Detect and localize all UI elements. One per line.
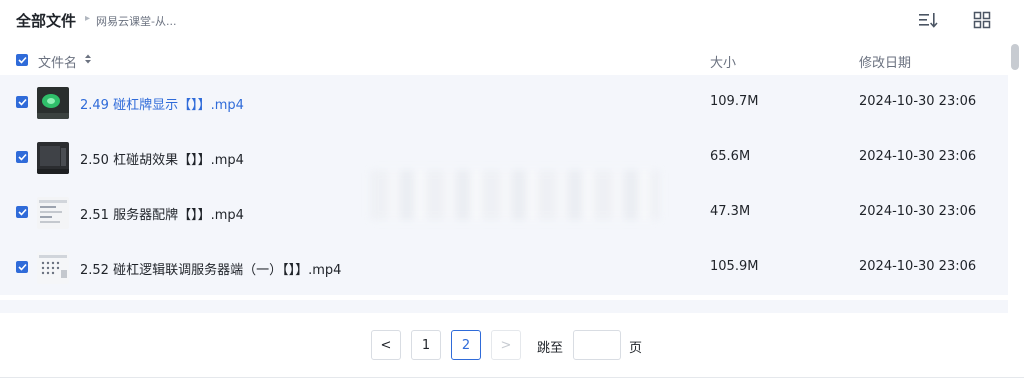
file-modified-date: 2024-10-30 23:06 [859,149,977,164]
file-modified-date: 2024-10-30 23:06 [859,94,977,109]
file-size: 47.3M [710,204,751,219]
select-all-checkbox[interactable] [16,54,28,66]
file-row[interactable]: 2.52 碰杠逻辑联调服务器端（一）【】】.mp4 105.9M 2024-10… [0,240,1008,295]
breadcrumb-folder[interactable]: 网易云课堂-从... [96,13,176,29]
next-page-button[interactable]: > [491,330,521,360]
row-checkbox[interactable] [16,96,28,108]
pagination: < 1 2 > 跳至 页 [0,315,1008,375]
check-icon [17,98,27,106]
sort-toggle-icon[interactable] [84,53,92,65]
top-bar: 全部文件 ▸ 网易云课堂-从... [0,0,1024,40]
column-header-size[interactable]: 大小 [710,52,736,71]
file-name-link[interactable]: 2.50 杠碰胡效果【】】.mp4 [80,149,244,168]
column-header-name[interactable]: 文件名 [38,52,77,71]
divider [0,377,1024,378]
page-unit-label: 页 [629,341,643,356]
sort-list-icon[interactable] [917,9,939,31]
jump-page-input[interactable] [573,330,621,360]
video-thumbnail[interactable] [37,197,69,229]
file-name-link[interactable]: 2.52 碰杠逻辑联调服务器端（一）【】】.mp4 [80,259,341,278]
row-checkbox[interactable] [16,151,28,163]
check-icon [17,56,27,64]
scrollbar-thumb[interactable] [1011,44,1019,70]
check-icon [17,153,27,161]
jump-to-label: 跳至 [537,341,564,356]
scrollbar-track[interactable] [1008,40,1024,315]
file-name-link[interactable]: 2.51 服务器配牌【】】.mp4 [80,204,244,223]
file-size: 105.9M [710,259,759,274]
row-checkbox[interactable] [16,206,28,218]
video-thumbnail[interactable] [37,87,69,119]
check-icon [17,263,27,271]
file-row-partial[interactable] [0,300,1008,313]
file-modified-date: 2024-10-30 23:06 [859,204,977,219]
prev-page-button[interactable]: < [371,330,401,360]
file-name-link[interactable]: 2.49 碰杠牌显示【】】.mp4 [80,94,244,113]
page-title[interactable]: 全部文件 [16,10,76,31]
file-size: 109.7M [710,94,759,109]
video-thumbnail[interactable] [37,252,69,284]
video-thumbnail[interactable] [37,142,69,174]
file-list-header: 文件名 大小 修改日期 [0,44,1008,74]
column-header-modified[interactable]: 修改日期 [859,52,911,71]
file-size: 65.6M [710,149,751,164]
check-icon [17,208,27,216]
blurred-overlay [370,170,660,220]
grid-view-icon[interactable] [971,9,993,31]
video-thumbnail[interactable] [37,307,69,313]
page-button-2[interactable]: 2 [451,330,481,360]
file-modified-date: 2024-10-30 23:06 [859,259,977,274]
row-checkbox[interactable] [16,261,28,273]
page-button-1[interactable]: 1 [411,330,441,360]
file-row[interactable]: 2.49 碰杠牌显示【】】.mp4 109.7M 2024-10-30 23:0… [0,75,1008,130]
breadcrumb-separator: ▸ [85,13,91,24]
